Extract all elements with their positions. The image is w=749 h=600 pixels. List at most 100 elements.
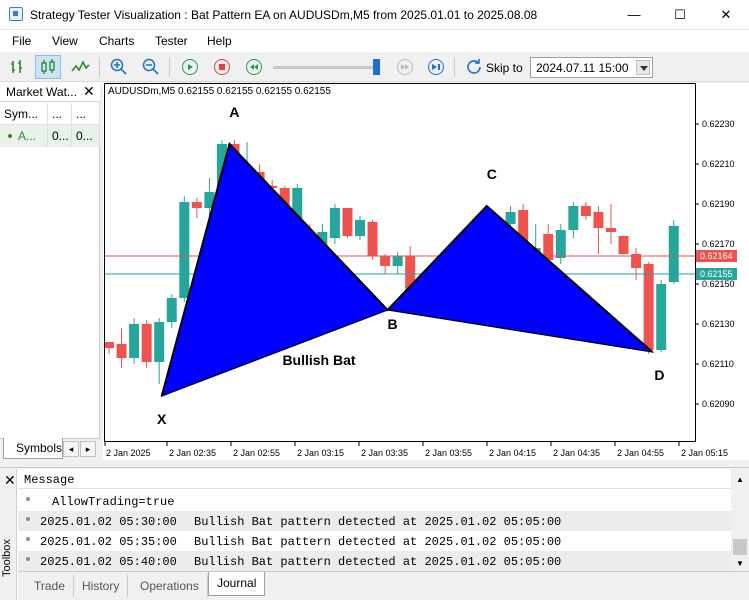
menu-file[interactable]: File — [12, 34, 31, 48]
time-tick-label: 2 Jan 04:55 — [617, 448, 664, 458]
journal-scrollbar[interactable]: ▲ ▼ — [731, 469, 749, 571]
time-tick-label: 2 Jan 02:35 — [169, 448, 216, 458]
stop-button[interactable] — [209, 55, 235, 79]
toolbar-separator — [169, 57, 170, 77]
time-tick-label: 2 Jan 04:15 — [489, 448, 536, 458]
price-tick-label: 0.62150 — [702, 279, 735, 289]
list-item[interactable]: AllowTrading=true — [18, 491, 731, 511]
market-watch-header: Market Wat... ✕ — [0, 82, 100, 102]
toolbar-separator — [99, 57, 100, 77]
column-ask[interactable]: ... — [72, 103, 100, 125]
rewind-icon — [246, 59, 262, 75]
menu-bar: File View Charts Tester Help — [0, 30, 749, 52]
journal-message: Bullish Bat pattern detected at 2025.01.… — [194, 555, 562, 569]
list-item[interactable]: 2025.01.02 05:40:00 Bullish Bat pattern … — [18, 551, 731, 571]
column-symbol[interactable]: Sym... — [0, 103, 48, 125]
time-tick-label: 2 Jan 03:35 — [361, 448, 408, 458]
speed-slider-thumb[interactable] — [372, 59, 380, 75]
price-tick-label: 0.62090 — [702, 399, 735, 409]
journal-time: 2025.01.02 05:35:00 — [40, 535, 177, 549]
list-item[interactable]: 2025.01.02 05:35:00 Bullish Bat pattern … — [18, 531, 731, 551]
bar-chart-icon — [11, 60, 22, 73]
minimize-button[interactable]: — — [611, 0, 657, 30]
bid-cell: 0... — [48, 125, 72, 147]
tab-history[interactable]: History — [74, 575, 129, 597]
toolbar-separator — [454, 57, 455, 77]
skip-to-date-value: 2024.07.11 15:00 — [536, 61, 629, 75]
bullet-icon — [26, 537, 30, 541]
tab-journal[interactable]: Journal — [208, 572, 266, 596]
step-forward-button[interactable] — [423, 55, 449, 79]
candlestick-icon — [41, 59, 55, 74]
bullet-icon — [26, 497, 30, 501]
menu-tester[interactable]: Tester — [155, 34, 188, 48]
zoom-in-button[interactable] — [106, 55, 132, 79]
price-tick-label: 0.62170 — [702, 239, 735, 249]
line-chart-button[interactable] — [68, 55, 94, 79]
stop-icon — [214, 59, 230, 75]
journal-message: Bullish Bat pattern detected at 2025.01.… — [194, 515, 562, 529]
market-watch-panel: Market Wat... ✕ Sym... ... ... A... 0...… — [0, 82, 100, 460]
toolbox-side-bar: ✕ Toolbox — [0, 469, 17, 600]
close-button[interactable]: ✕ — [703, 0, 749, 30]
fast-forward-icon — [397, 59, 413, 75]
price-tick-label: 0.62230 — [702, 119, 735, 129]
skip-to-date-field[interactable]: 2024.07.11 15:00 — [530, 57, 653, 78]
menu-help[interactable]: Help — [207, 34, 232, 48]
symbol-status-dot — [8, 134, 12, 138]
column-message[interactable]: Message — [18, 469, 731, 489]
tab-operations[interactable]: Operations — [132, 575, 208, 597]
bar-chart-button[interactable] — [5, 55, 31, 79]
window-title: Strategy Tester Visualization : Bat Patt… — [30, 8, 538, 22]
price-tick-label: 0.62130 — [702, 319, 735, 329]
market-watch-tabs: Symbols ◂ ▸ — [0, 438, 100, 460]
chart-frame — [104, 83, 696, 442]
refresh-icon — [467, 59, 481, 74]
toolbox-tabs: Trade History Operations Journal — [18, 571, 749, 600]
time-tick-label: 2 Jan 02:55 — [233, 448, 280, 458]
bullet-icon — [26, 557, 30, 561]
chevron-down-icon[interactable] — [636, 60, 650, 75]
maximize-button[interactable]: ☐ — [657, 0, 703, 30]
candlestick-chart-button[interactable] — [35, 55, 61, 79]
zoom-out-button[interactable] — [138, 55, 164, 79]
list-item[interactable]: 2025.01.02 05:30:00 Bullish Bat pattern … — [18, 511, 731, 531]
scroll-down-icon[interactable]: ▼ — [736, 559, 744, 568]
price-marker-label: 0.62164 — [700, 251, 733, 261]
tab-symbols[interactable]: Symbols — [3, 438, 63, 459]
market-watch-column-headers: Sym... ... ... — [0, 103, 100, 125]
chart-symbol-header: AUDUSDm,M5 0.62155 0.62155 0.62155 0.621… — [108, 86, 331, 97]
journal-time: 2025.01.02 05:40:00 — [40, 555, 177, 569]
line-chart-icon — [71, 60, 90, 72]
scroll-left-icon[interactable]: ◂ — [63, 441, 79, 457]
price-marker-label: 0.62155 — [700, 269, 733, 279]
close-icon[interactable]: ✕ — [4, 472, 16, 489]
app-icon — [9, 7, 23, 21]
ask-cell: 0... — [72, 125, 100, 147]
fast-forward-button[interactable] — [392, 55, 418, 79]
close-icon[interactable]: ✕ — [83, 83, 95, 100]
price-tick-label: 0.62190 — [702, 199, 735, 209]
journal-message: AllowTrading=true — [52, 495, 175, 509]
scroll-up-icon[interactable]: ▲ — [736, 475, 744, 484]
toolbox-panel: ✕ Toolbox Message AllowTrading=true 2025… — [0, 469, 749, 600]
zoom-in-icon — [110, 58, 127, 75]
time-tick-label: 2 Jan 2025 — [106, 448, 151, 458]
play-button[interactable] — [177, 55, 203, 79]
column-bid[interactable]: ... — [48, 103, 72, 125]
speed-slider-track[interactable] — [273, 66, 379, 69]
time-tick-label: 2 Jan 03:55 — [425, 448, 472, 458]
title-bar: Strategy Tester Visualization : Bat Patt… — [0, 0, 749, 30]
market-watch-row[interactable]: A... 0... 0... — [0, 125, 100, 147]
menu-view[interactable]: View — [52, 34, 78, 48]
scrollbar-thumb[interactable] — [733, 539, 747, 555]
chart-horizontal-scroll[interactable] — [0, 460, 749, 468]
slow-down-button[interactable] — [241, 55, 267, 79]
skip-to-label: Skip to — [486, 61, 523, 75]
symbol-cell: A... — [0, 125, 48, 147]
menu-charts[interactable]: Charts — [99, 34, 134, 48]
time-tick-label: 2 Jan 03:15 — [297, 448, 344, 458]
skip-to-icon-button[interactable] — [461, 55, 487, 79]
tab-trade[interactable]: Trade — [26, 575, 74, 597]
scroll-right-icon[interactable]: ▸ — [80, 441, 96, 457]
